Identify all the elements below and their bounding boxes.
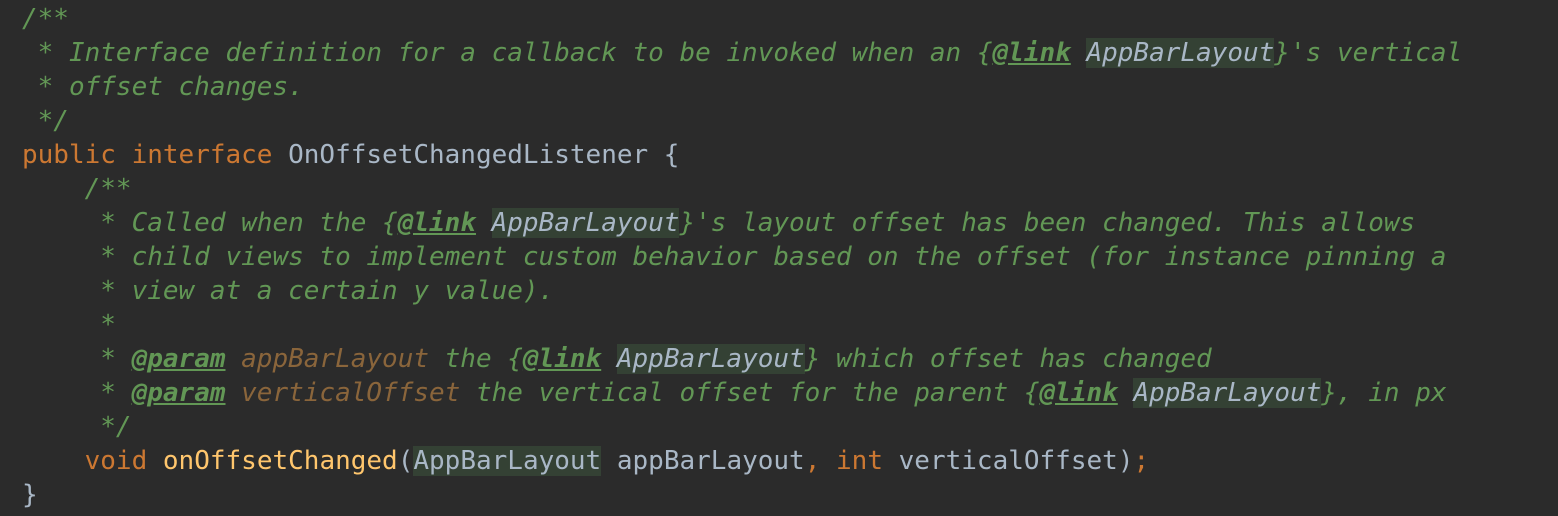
doc-text: * [22, 310, 116, 340]
code-line-4: */ [22, 104, 1558, 138]
doc-link-tag[interactable]: @link [523, 344, 601, 374]
keyword-int: int [836, 446, 883, 476]
code-line-13: */ [22, 410, 1558, 444]
doc-space [1118, 378, 1134, 408]
doc-text: * view at a certain y value). [22, 276, 555, 306]
doc-link-tag[interactable]: @link [398, 208, 476, 238]
code-line-12: * @param verticalOffset the vertical off… [22, 376, 1558, 410]
doc-param-name[interactable]: verticalOffset [241, 378, 460, 408]
code-line-2: * Interface definition for a callback to… [22, 36, 1558, 70]
keyword-void: void [84, 446, 148, 476]
code-line-1: /** [22, 2, 1558, 36]
doc-text: * [22, 344, 132, 374]
code-line-10: * [22, 308, 1558, 342]
doc-text: * Interface definition for a callback to… [22, 38, 993, 68]
doc-space [476, 208, 492, 238]
close-brace: } [22, 480, 38, 510]
doc-space [1071, 38, 1087, 68]
doc-comment-open: /** [22, 174, 132, 204]
code-line-15: } [22, 478, 1558, 512]
doc-space [226, 344, 242, 374]
param-name[interactable]: verticalOffset [883, 446, 1118, 476]
code-line-6: /** [22, 172, 1558, 206]
doc-text: * [22, 378, 132, 408]
doc-text: the vertical offset for the parent { [460, 378, 1040, 408]
code-line-8: * child views to implement custom behavi… [22, 240, 1558, 274]
comma: , [804, 446, 821, 476]
doc-param-tag[interactable]: @param [132, 378, 226, 408]
code-line-9: * view at a certain y value). [22, 274, 1558, 308]
doc-comment-close: */ [22, 412, 132, 442]
doc-space [226, 378, 242, 408]
doc-link-tag[interactable]: @link [1040, 378, 1118, 408]
code-editor[interactable]: /** * Interface definition for a callbac… [0, 0, 1558, 516]
doc-text: }'s vertical [1274, 38, 1463, 68]
interface-name[interactable]: OnOffsetChangedListener [288, 140, 648, 170]
close-paren: ) [1117, 446, 1134, 476]
code-line-11: * @param appBarLayout the {@link AppBarL… [22, 342, 1558, 376]
doc-link-reference[interactable]: AppBarLayout [491, 208, 680, 238]
doc-param-name[interactable]: appBarLayout [241, 344, 429, 374]
method-name[interactable]: onOffsetChanged [163, 446, 398, 476]
semicolon: ; [1133, 446, 1150, 476]
doc-param-tag[interactable]: @param [132, 344, 226, 374]
doc-link-reference[interactable]: AppBarLayout [1133, 378, 1322, 408]
doc-link-reference[interactable]: AppBarLayout [1086, 38, 1275, 68]
doc-text: }, in px [1321, 378, 1447, 408]
doc-comment-close: */ [22, 106, 69, 136]
code-line-5: public interface OnOffsetChangedListener… [22, 138, 1558, 172]
keyword-interface: interface [131, 140, 273, 170]
doc-text: the { [429, 344, 523, 374]
code-line-14: void onOffsetChanged(AppBarLayout appBar… [22, 444, 1558, 478]
keyword-public: public [22, 140, 116, 170]
open-brace: { [648, 140, 680, 170]
code-line-7: * Called when the {@link AppBarLayout}'s… [22, 206, 1558, 240]
doc-text: * child views to implement custom behavi… [22, 242, 1447, 272]
param-type[interactable]: AppBarLayout [413, 446, 602, 476]
code-line-3: * offset changes. [22, 70, 1558, 104]
open-paren: ( [397, 446, 414, 476]
doc-comment-open: /** [22, 4, 69, 34]
doc-text: }'s layout offset has been changed. This… [679, 208, 1416, 238]
doc-text: * Called when the { [22, 208, 398, 238]
param-name[interactable]: appBarLayout [601, 446, 805, 476]
doc-link-reference[interactable]: AppBarLayout [616, 344, 805, 374]
doc-link-tag[interactable]: @link [993, 38, 1071, 68]
doc-text: * offset changes. [22, 72, 304, 102]
doc-space [601, 344, 617, 374]
doc-text: } which offset has changed [804, 344, 1212, 374]
